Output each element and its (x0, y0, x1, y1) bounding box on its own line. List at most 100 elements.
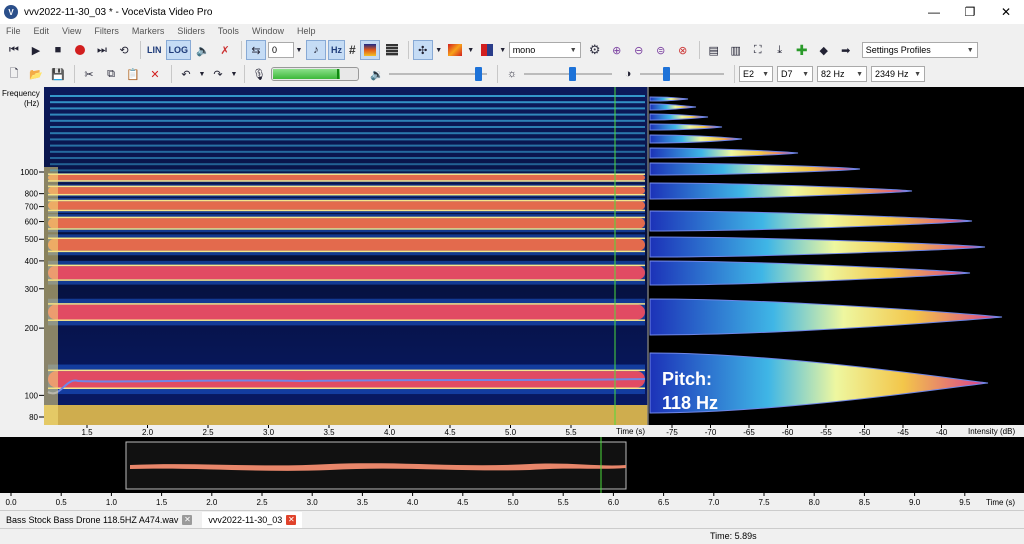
chevron-down-icon[interactable]: ▼ (230, 64, 238, 84)
skip-start-button[interactable]: ⏮ (4, 40, 24, 60)
record-button[interactable] (70, 40, 90, 60)
freq-low-field[interactable]: 82 Hz ▼ (817, 66, 867, 82)
contrast-slider[interactable] (640, 66, 724, 82)
chevron-down-icon[interactable]: ▼ (294, 40, 304, 60)
palette-icon (447, 44, 462, 56)
open-folder-icon[interactable]: 📂 (26, 64, 46, 84)
new-file-icon[interactable]: 🗋 (4, 64, 24, 84)
menu-window[interactable]: Window (246, 24, 291, 39)
zoom-vertical-button[interactable]: ✣ (412, 40, 433, 60)
grid-icon (385, 44, 398, 56)
close-button[interactable]: ✕ (988, 0, 1024, 24)
close-icon[interactable]: ✕ (286, 514, 297, 525)
paste-icon[interactable]: 📋 (123, 64, 143, 84)
menu-filters[interactable]: Filters (88, 24, 126, 39)
loop-button[interactable]: ⟲ (114, 40, 134, 60)
menu-help[interactable]: Help (291, 24, 323, 39)
overview-tick-label: 1.5 (156, 498, 168, 507)
menu-view[interactable]: View (56, 24, 88, 39)
undo-icon[interactable]: ↶ (176, 64, 196, 84)
cut-icon[interactable]: ✂ (79, 64, 99, 84)
intensity-tick-label: -75 (666, 428, 678, 437)
freq-high-field[interactable]: 2349 Hz ▼ (871, 66, 925, 82)
tab-recording[interactable]: vvv2022-11-30_03 ✕ (202, 511, 303, 528)
note-high-select[interactable]: D7 ▼ (777, 66, 813, 82)
delete-icon[interactable]: ✕ (145, 64, 165, 84)
stop-button[interactable]: ■ (48, 40, 68, 60)
maximize-button[interactable]: ❐ (952, 0, 988, 24)
overview-tick-label: 8.0 (809, 498, 821, 507)
menu-file[interactable]: File (0, 24, 28, 39)
menu-markers[interactable]: Markers (126, 24, 172, 39)
time-tick-label: 4.5 (444, 428, 456, 437)
chevron-down-icon[interactable]: ▼ (198, 64, 206, 84)
close-icon[interactable]: ✕ (182, 514, 193, 525)
download-icon[interactable]: ⤓ (770, 40, 790, 60)
save-icon[interactable]: 💾 (48, 64, 68, 84)
add-marker-icon[interactable]: ✚ (792, 40, 812, 60)
menu-edit[interactable]: Edit (28, 24, 57, 39)
overview-panel[interactable]: 0.0 0.5 1.0 1.5 2.0 2.5 3.0 3.5 4.0 4.5 5.0 5.5 6.0 6… (0, 437, 1024, 510)
brightness-slider-thumb[interactable] (568, 67, 576, 81)
contrast-icon[interactable]: ◑ (618, 64, 638, 84)
overview-tick-label: 0.5 (56, 498, 68, 507)
harmonic-band (48, 174, 645, 181)
zoom-fit-icon[interactable]: ⊜ (651, 40, 671, 60)
harmonic-band (48, 304, 645, 320)
spectrum-view-button[interactable] (382, 40, 402, 60)
arrow-left-icon[interactable]: ◆ (814, 40, 834, 60)
zoom-out-icon[interactable]: ⊖ (629, 40, 649, 60)
gear-icon[interactable]: ⚙ (585, 40, 605, 60)
overview-tick-label: 2.0 (206, 498, 218, 507)
chevron-down-icon[interactable]: ▼ (467, 40, 475, 60)
menu-tools[interactable]: Tools (212, 24, 246, 39)
minimize-button[interactable]: — (916, 0, 952, 24)
menu-sliders[interactable]: Sliders (171, 24, 212, 39)
speaker-icon[interactable]: 🔈 (193, 40, 213, 60)
channel-select[interactable]: mono ▼ (508, 42, 581, 58)
time-tick-label: 5.0 (505, 428, 517, 437)
zoom-in-icon[interactable]: ⊕ (607, 40, 627, 60)
zoom-reset-icon[interactable]: ⊗ (673, 40, 693, 60)
chevron-down-icon[interactable]: ▼ (435, 40, 443, 60)
separator (140, 41, 141, 59)
copy-icon[interactable]: ⧉ (101, 64, 121, 84)
brightness-icon[interactable]: ☼ (502, 64, 522, 84)
brightness-slider[interactable] (524, 66, 612, 82)
microphone-icon[interactable]: 🎙 (249, 64, 269, 84)
mute-icon[interactable]: ✗ (215, 40, 235, 60)
title-bar: V vvv2022-11-30_03 * - VoceVista Video P… (0, 0, 1024, 24)
color-scheme-button[interactable] (477, 40, 497, 60)
chevron-down-icon[interactable]: ▼ (499, 40, 507, 60)
fullscreen-icon[interactable]: ⛶ (748, 40, 768, 60)
repeat-toggle-button[interactable]: ⇆ (246, 40, 266, 60)
contrast-slider-thumb[interactable] (663, 67, 671, 81)
log-scale-button[interactable]: LOG (165, 40, 191, 60)
note-low-select[interactable]: E2 ▼ (739, 66, 773, 82)
loop-count-spinner[interactable]: 0 (268, 42, 294, 58)
volume-slider-thumb[interactable] (475, 67, 483, 81)
sharp-button[interactable]: # (347, 40, 358, 60)
upper-harmonic-line (50, 144, 645, 147)
layout-vertical-icon[interactable]: ▥ (726, 40, 746, 60)
layout-horizontal-icon[interactable]: ▤ (704, 40, 724, 60)
arrow-right-icon[interactable]: ➡ (836, 40, 856, 60)
volume-slider[interactable] (389, 66, 487, 82)
harmonic-edge (48, 387, 645, 389)
time-tick-label: 1.5 (81, 428, 93, 437)
hz-button[interactable]: Hz (328, 40, 345, 60)
overview-tick-label: 4.5 (457, 498, 469, 507)
upper-harmonic-line (50, 169, 645, 172)
spectrogram-view-button[interactable] (359, 40, 380, 60)
freq-tick-label: 300 (25, 285, 39, 294)
play-button[interactable]: ▶ (26, 40, 46, 60)
redo-icon[interactable]: ↷ (208, 64, 228, 84)
skip-end-button[interactable]: ⏭ (92, 40, 112, 60)
tab-bass-drone[interactable]: Bass Stock Bass Drone 118.5HZ A474.wav ✕ (0, 512, 198, 528)
settings-profiles-select[interactable]: Settings Profiles ▼ (861, 42, 978, 58)
color-palette-button[interactable] (445, 40, 465, 60)
volume-icon[interactable]: 🔉 (367, 64, 387, 84)
lin-scale-button[interactable]: LIN (145, 40, 164, 60)
music-note-button[interactable]: ♪ (306, 40, 326, 60)
freq-tick-label: 500 (25, 235, 39, 244)
